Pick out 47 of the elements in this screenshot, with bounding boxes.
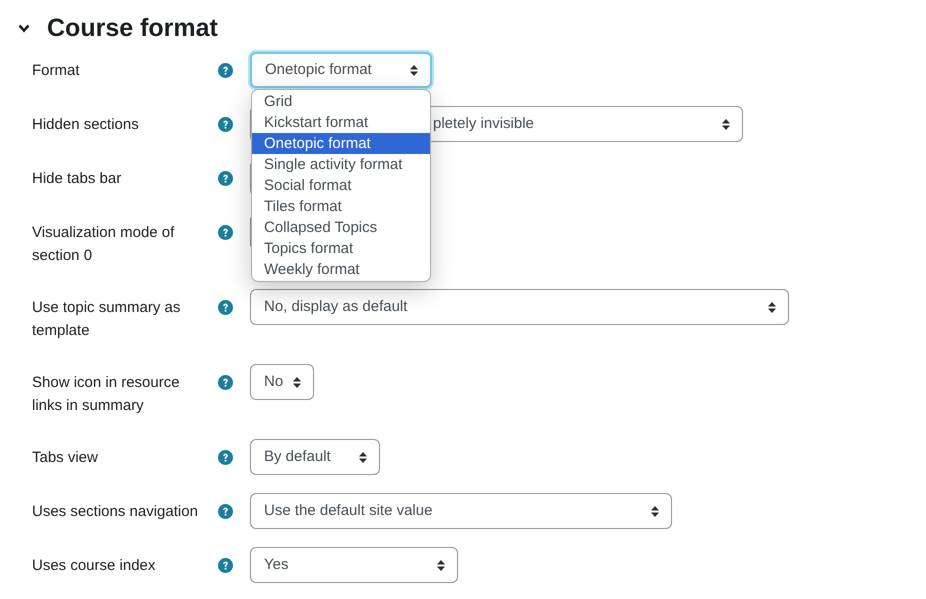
sort-icon bbox=[359, 452, 367, 462]
select-field[interactable]: By default bbox=[250, 439, 380, 475]
dropdown-option[interactable]: Social format bbox=[252, 175, 430, 196]
field-label: Format bbox=[32, 61, 81, 81]
select-value: Yes bbox=[264, 554, 288, 575]
section-title: Course format bbox=[47, 13, 218, 43]
help-icon[interactable] bbox=[218, 63, 233, 78]
dropdown-option[interactable]: Single activity format bbox=[252, 154, 430, 175]
sort-icon bbox=[410, 64, 418, 76]
help-icon[interactable] bbox=[218, 171, 233, 186]
dropdown-option[interactable]: Tiles format bbox=[252, 196, 430, 217]
field-label: Uses sections navigation bbox=[32, 502, 199, 522]
help-icon[interactable] bbox=[218, 504, 233, 519]
select-field[interactable]: Yes bbox=[250, 547, 458, 583]
select-field[interactable]: Use the default site value bbox=[250, 493, 672, 529]
sort-icon bbox=[651, 506, 659, 516]
help-icon[interactable] bbox=[218, 117, 233, 132]
field-label: Use topic summary as template bbox=[32, 298, 182, 341]
help-icon[interactable] bbox=[218, 375, 233, 390]
select-field[interactable]: No bbox=[250, 364, 314, 400]
help-icon[interactable] bbox=[218, 450, 233, 465]
field-label: Hidden sections bbox=[32, 115, 140, 135]
select-field[interactable]: No, display as default bbox=[250, 289, 789, 325]
help-icon[interactable] bbox=[218, 225, 233, 240]
select-field[interactable]: Onetopic format bbox=[250, 52, 432, 88]
field-label: Hide tabs bar bbox=[32, 169, 122, 189]
field-label: Uses course index bbox=[32, 556, 156, 576]
dropdown-option[interactable]: Kickstart format bbox=[252, 112, 430, 133]
sort-icon bbox=[768, 302, 776, 312]
select-value: pletely invisible bbox=[433, 114, 534, 134]
select-value: By default bbox=[264, 446, 331, 467]
help-icon[interactable] bbox=[218, 558, 233, 573]
dropdown-option[interactable]: Weekly format bbox=[252, 259, 430, 280]
sort-icon bbox=[437, 560, 445, 570]
select-value: Use the default site value bbox=[264, 500, 432, 521]
select-value: No bbox=[264, 372, 284, 392]
dropdown-option[interactable]: Topics format bbox=[252, 238, 430, 259]
dropdown-option[interactable]: Collapsed Topics bbox=[252, 217, 430, 238]
field-label: Show icon in resource links in summary bbox=[32, 373, 181, 416]
dropdown-option[interactable]: Onetopic format bbox=[252, 133, 430, 154]
sort-icon bbox=[293, 376, 301, 388]
field-label: Tabs view bbox=[32, 448, 99, 468]
select-value: Onetopic format bbox=[265, 60, 372, 80]
help-icon[interactable] bbox=[218, 300, 233, 315]
select-value: No, display as default bbox=[264, 296, 408, 317]
sort-icon bbox=[722, 118, 730, 130]
field-label: Visualization mode of section 0 bbox=[32, 223, 176, 266]
